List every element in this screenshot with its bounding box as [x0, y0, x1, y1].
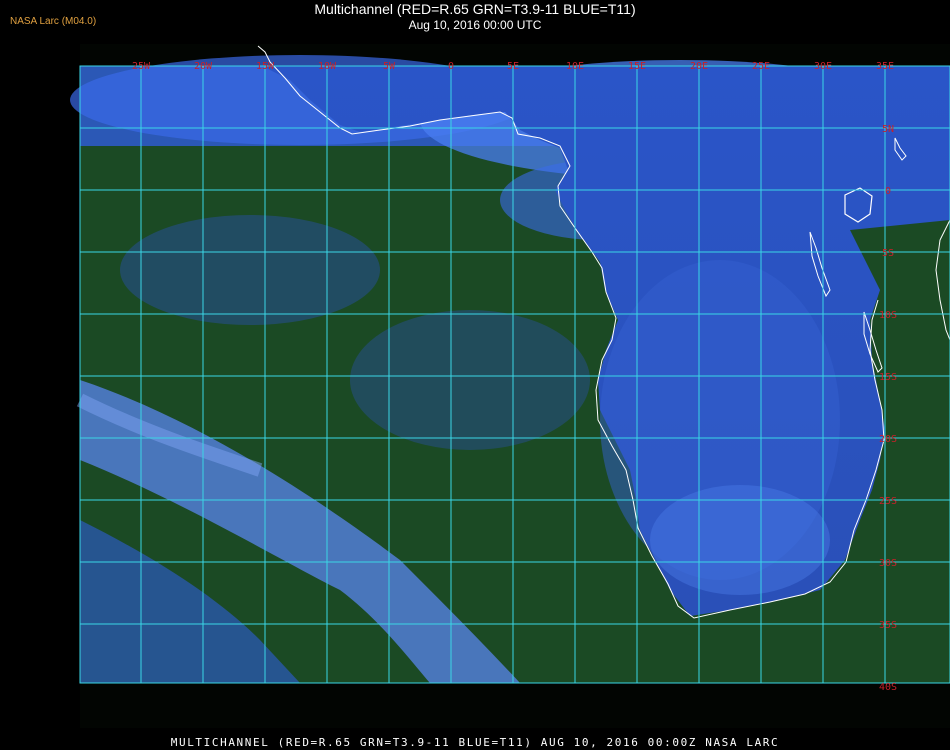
latitude-label: 5N	[882, 124, 894, 135]
longitude-label: 25E	[752, 61, 770, 72]
longitude-label: 20E	[690, 61, 708, 72]
longitude-label: 0	[448, 61, 454, 72]
latitude-label: 35S	[879, 620, 897, 631]
latitude-label: 20S	[879, 434, 897, 445]
longitude-label: 15E	[628, 61, 646, 72]
longitude-label: 35E	[876, 61, 894, 72]
latitude-label: 40S	[879, 682, 897, 693]
longitude-label: 15W	[256, 61, 275, 72]
longitude-label: 30E	[814, 61, 832, 72]
satellite-map: 25W 20W 15W 10W 5W 0 5E 10E 15E 20E 25E 30E 35E 5N 0 5…	[70, 44, 950, 728]
longitude-label: 25W	[132, 61, 151, 72]
longitude-label: 20W	[194, 61, 213, 72]
longitude-label: 10E	[566, 61, 584, 72]
longitude-label: 10W	[318, 61, 337, 72]
latitude-label: 30S	[879, 558, 897, 569]
latitude-label: 10S	[879, 310, 897, 321]
latitude-label: 0	[885, 186, 891, 197]
longitude-label: 5W	[383, 61, 396, 72]
footer-caption: MULTICHANNEL (RED=R.65 GRN=T3.9-11 BLUE=…	[170, 736, 780, 749]
latitude-label: 15S	[879, 372, 897, 383]
longitude-label: 5E	[507, 61, 519, 72]
latitude-label: 25S	[879, 496, 897, 507]
latitude-label: 5S	[882, 248, 894, 259]
